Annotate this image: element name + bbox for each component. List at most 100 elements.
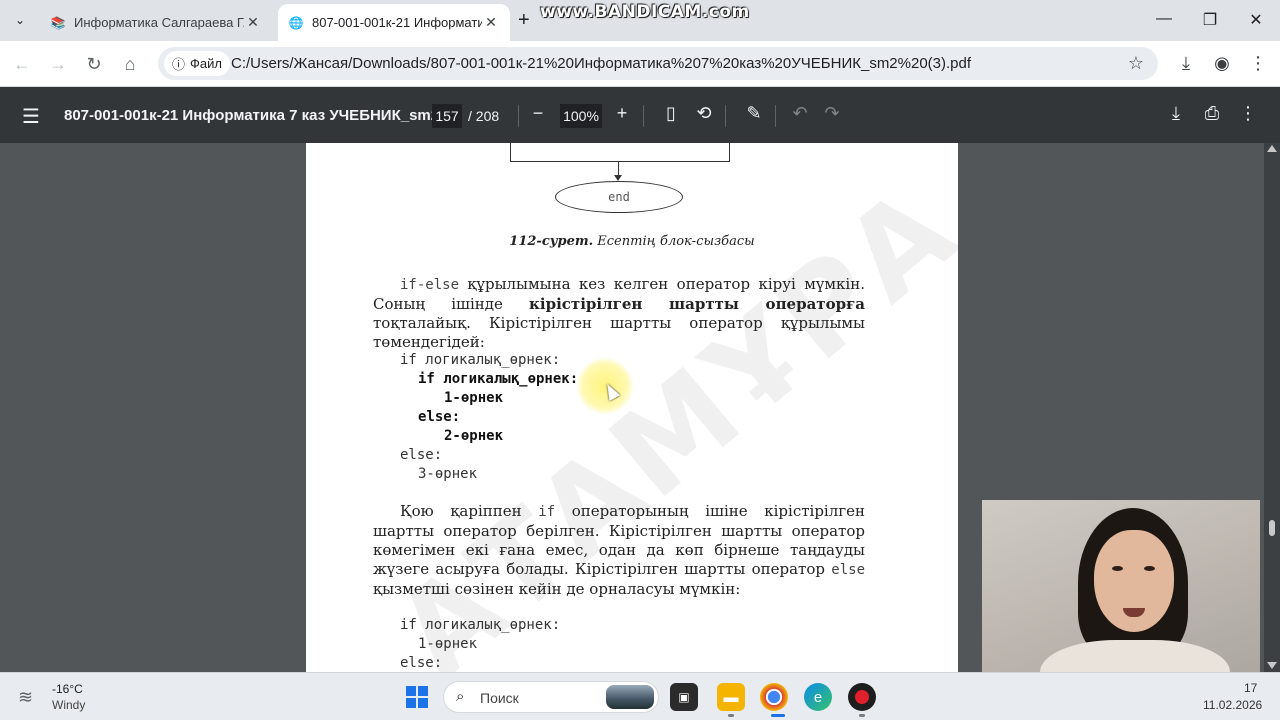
toolbar-divider [775, 105, 776, 127]
code-line: else: [400, 447, 443, 463]
wind-icon[interactable]: ≋ [18, 687, 33, 708]
tab-informatika-salgaraeva[interactable]: 📚 Информатика Салгараева Г. 7 ✕ [40, 4, 272, 41]
clock-date[interactable]: 11.02.2026 [1203, 698, 1262, 712]
toolbar-divider [643, 105, 644, 127]
zoom-level-input[interactable]: 100% [560, 104, 602, 128]
rotate-icon[interactable]: ⟲ [692, 103, 716, 124]
inline-code: if-else [400, 277, 460, 293]
scrollbar-thumb[interactable] [1269, 520, 1275, 536]
new-tab-button[interactable]: + [518, 10, 530, 30]
presenter-eye [1144, 566, 1155, 571]
figure-title: Есептің блок-сызбасы [593, 234, 755, 249]
code-line: if логикалық_өрнек: [400, 352, 561, 368]
annotate-pen-icon[interactable]: ✎ [742, 103, 766, 124]
home-button[interactable]: ⌂ [119, 53, 141, 75]
close-icon[interactable]: ✕ [244, 14, 262, 31]
pdf-document-title: 807-001-001к-21 Информатика 7 каз УЧЕБНИ… [64, 107, 456, 124]
code-line: if логикалық_өрнек: [418, 371, 579, 387]
pdf-page: АТАМҰРА end 112-сурет. Есептің блок-сызб… [306, 143, 958, 672]
figure-caption: 112-сурет. Есептің блок-сызбасы [306, 234, 958, 249]
active-indicator [771, 714, 785, 717]
windows-taskbar: ≋ -16°C Windy ⌕ Поиск ▣ ▬ e 17 11.02.202… [0, 672, 1280, 720]
search-label: Поиск [480, 690, 519, 706]
close-icon[interactable]: ✕ [482, 14, 500, 31]
flowchart-process-box [510, 143, 730, 162]
undo-icon[interactable]: ↶ [788, 103, 812, 124]
downloads-icon[interactable]: ⤓ [1175, 53, 1197, 74]
toolbar-divider [725, 105, 726, 127]
code-line: if логикалық_өрнек: [400, 617, 561, 633]
scroll-up-arrow-icon[interactable] [1267, 145, 1277, 152]
taskbar-search[interactable]: ⌕ Поиск [443, 681, 659, 713]
tab-search-button[interactable]: ⌄ [8, 8, 32, 32]
minimize-button[interactable]: — [1154, 10, 1174, 28]
tab-title: 807-001-001к-21 Информатик [312, 15, 482, 30]
print-icon[interactable]: ⎙ [1200, 103, 1224, 124]
address-bar[interactable]: ⓘ Файл C:/Users/Жансая/Downloads/807-001… [158, 47, 1158, 80]
tab-strip: ⌄ 📚 Информатика Салгараева Г. 7 ✕ 🌐 807-… [0, 0, 1280, 41]
running-indicator [728, 714, 734, 717]
page-total: / 208 [468, 108, 500, 124]
restore-button[interactable]: ❐ [1200, 10, 1220, 30]
weather-temperature[interactable]: -16°C [52, 682, 83, 696]
globe-icon: 🌐 [288, 15, 304, 30]
paragraph-2: Қою қаріппен if операторының ішіне кіріс… [373, 502, 865, 599]
code-line: else: [418, 409, 461, 425]
toolbar-divider [518, 105, 519, 127]
windows-start-icon[interactable] [406, 686, 428, 708]
task-view-icon[interactable]: ▣ [670, 683, 698, 711]
chrome-icon[interactable] [760, 683, 788, 711]
paragraph-1: if-else құрылымына кез келген оператор к… [373, 275, 865, 352]
clock-time[interactable]: 17 [1244, 681, 1257, 695]
redo-icon[interactable]: ↷ [820, 103, 844, 124]
code-line: 3-өрнек [418, 466, 478, 482]
edge-icon[interactable]: e [804, 683, 832, 711]
chevron-down-icon: ⌄ [14, 13, 26, 27]
figure-number: 112-сурет. [509, 234, 594, 249]
url-text[interactable]: C:/Users/Жансая/Downloads/807-001-001к-2… [231, 55, 971, 72]
more-options-icon[interactable]: ⋮ [1236, 103, 1260, 124]
paragraph-text: қызметші сөзінен кейін де орналасуы мүмк… [373, 580, 741, 598]
page-number-input[interactable]: 157 [432, 104, 462, 128]
weather-description[interactable]: Windy [52, 698, 85, 712]
vertical-scrollbar[interactable] [1264, 143, 1280, 672]
bandicam-record-icon[interactable] [848, 683, 876, 711]
reload-button[interactable]: ↻ [83, 53, 105, 75]
paragraph-text: Қою қаріппен [400, 502, 539, 520]
tab-title: Информатика Салгараева Г. 7 [74, 15, 244, 30]
bookmark-star-icon[interactable]: ☆ [1128, 53, 1144, 74]
info-icon: ⓘ [172, 57, 186, 72]
close-window-button[interactable]: ✕ [1246, 10, 1266, 30]
site-chip-label: Файл [190, 56, 222, 71]
site-info-chip[interactable]: ⓘ Файл [164, 51, 230, 76]
presenter-eye [1112, 566, 1123, 571]
book-icon: 📚 [50, 15, 66, 30]
profile-icon[interactable]: ◉ [1211, 53, 1233, 74]
scroll-down-arrow-icon[interactable] [1267, 662, 1277, 669]
search-highlight-image [606, 685, 654, 709]
recorder-watermark: www.BANDICAM.com [540, 2, 750, 22]
download-icon[interactable]: ⤓ [1164, 103, 1188, 124]
code-line: 2-өрнек [444, 428, 504, 444]
back-button[interactable]: ← [11, 53, 33, 75]
pdf-toolbar: ☰ 807-001-001к-21 Информатика 7 каз УЧЕБ… [0, 88, 1280, 143]
menu-kebab-icon[interactable]: ⋮ [1247, 53, 1269, 74]
record-dot-icon [855, 690, 869, 704]
tab-pdf-document[interactable]: 🌐 807-001-001к-21 Информатик ✕ [278, 4, 510, 41]
paragraph-text: тоқталайық. Кірістірілген шартты операто… [373, 314, 865, 351]
code-line: 1-өрнек [418, 636, 478, 652]
search-icon: ⌕ [456, 688, 465, 705]
forward-button[interactable]: → [47, 53, 69, 75]
fit-page-icon[interactable]: ▯ [659, 103, 683, 124]
zoom-in-button[interactable]: + [610, 103, 634, 124]
hamburger-menu-icon[interactable]: ☰ [22, 104, 40, 129]
code-line: else: [400, 655, 443, 671]
code-line: 1-өрнек [444, 390, 504, 406]
file-explorer-icon[interactable]: ▬ [717, 683, 745, 711]
bold-term: кірістірілген шартты операторға [529, 295, 865, 313]
running-indicator [859, 714, 865, 717]
webcam-overlay [982, 500, 1260, 696]
zoom-out-button[interactable]: − [526, 103, 550, 124]
browser-toolbar: ← → ↻ ⌂ ⓘ Файл C:/Users/Жансая/Downloads… [0, 41, 1280, 87]
inline-code: else [831, 562, 865, 578]
